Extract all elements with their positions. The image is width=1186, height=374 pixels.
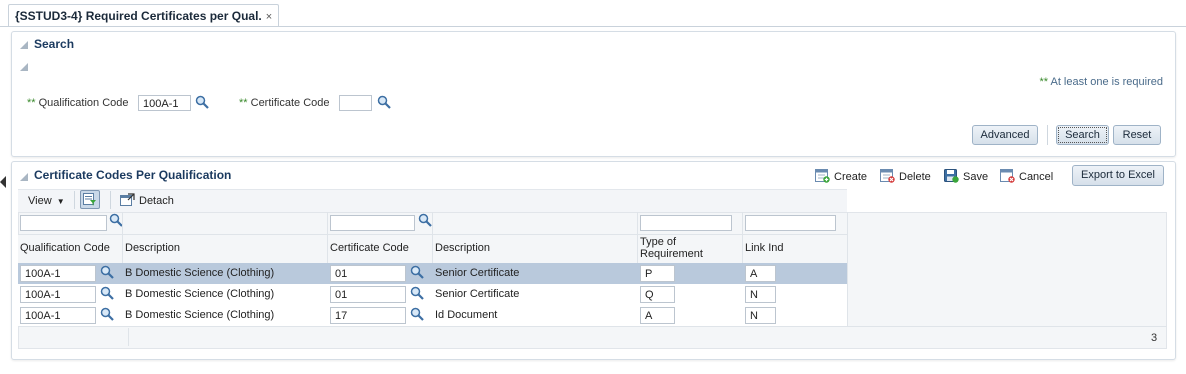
row-qualification-description: B Domestic Science (Clothing) bbox=[125, 288, 275, 300]
qualification-required-marker: ** bbox=[27, 97, 36, 109]
advanced-button[interactable]: Advanced bbox=[972, 125, 1038, 145]
certificate-search-icon[interactable] bbox=[377, 95, 391, 109]
search-button[interactable]: Search bbox=[1056, 125, 1109, 145]
qualification-search-icon[interactable] bbox=[195, 95, 209, 109]
search-expand-icon[interactable] bbox=[20, 63, 28, 71]
search-panel: Search ** At least one is required ** Qu… bbox=[11, 31, 1176, 157]
row-certificate-search-icon[interactable] bbox=[410, 307, 424, 321]
row-type-of-requirement-input[interactable]: P bbox=[640, 265, 675, 282]
col-link-ind[interactable]: Link Ind bbox=[745, 242, 784, 254]
row-qualification-search-icon[interactable] bbox=[100, 286, 114, 300]
filter-certificate-code[interactable] bbox=[330, 215, 415, 231]
results-title: Certificate Codes Per Qualification bbox=[34, 168, 232, 182]
col-type-of-requirement[interactable]: Type of Requirement bbox=[640, 236, 703, 260]
view-menu[interactable]: View ▼ bbox=[28, 193, 65, 210]
tab-required-certificates[interactable]: {SSTUD3-4} Required Certificates per Qua… bbox=[8, 4, 280, 27]
row-qualification-code-input[interactable]: 100A-1 bbox=[20, 307, 96, 324]
row-qualification-search-icon[interactable] bbox=[100, 265, 114, 279]
qualification-code-input[interactable]: 100A-1 bbox=[138, 95, 191, 111]
col-certificate-description[interactable]: Description bbox=[435, 242, 490, 254]
toolbar-separator bbox=[74, 191, 75, 209]
row-certificate-description: Id Document bbox=[435, 309, 498, 321]
filter-link-ind[interactable] bbox=[745, 215, 836, 231]
col-type-of-requirement-line2: Requirement bbox=[640, 248, 703, 260]
cancel-icon[interactable] bbox=[1000, 169, 1015, 183]
filter-qualification-search-icon[interactable] bbox=[109, 213, 123, 227]
create-icon[interactable] bbox=[815, 169, 830, 183]
certificate-label: ** Certificate Code bbox=[239, 97, 330, 109]
detach-icon[interactable] bbox=[120, 193, 135, 207]
button-separator bbox=[1047, 125, 1048, 145]
required-note: ** At least one is required bbox=[1039, 76, 1163, 88]
row-certificate-code-input[interactable]: 17 bbox=[330, 307, 406, 324]
table-row[interactable]: 100A-1 B Domestic Science (Clothing) 17 Id … bbox=[18, 305, 847, 326]
save-button[interactable]: Save bbox=[963, 169, 988, 185]
certificate-code-input[interactable] bbox=[339, 95, 372, 111]
filter-certificate-search-icon[interactable] bbox=[418, 213, 432, 227]
row-certificate-description: Senior Certificate bbox=[435, 288, 520, 300]
results-panel: Certificate Codes Per Qualification Crea… bbox=[11, 161, 1176, 360]
view-menu-label: View bbox=[28, 195, 52, 207]
row-certificate-search-icon[interactable] bbox=[410, 286, 424, 300]
reset-button[interactable]: Reset bbox=[1113, 125, 1161, 145]
save-icon[interactable] bbox=[944, 169, 959, 183]
qualification-label: ** Qualification Code bbox=[27, 97, 129, 109]
row-link-ind-input[interactable]: A bbox=[745, 265, 776, 282]
chevron-down-icon: ▼ bbox=[56, 197, 65, 206]
row-certificate-search-icon[interactable] bbox=[410, 265, 424, 279]
create-button[interactable]: Create bbox=[834, 169, 867, 185]
cancel-button[interactable]: Cancel bbox=[1019, 169, 1053, 185]
col-certificate-code[interactable]: Certificate Code bbox=[330, 242, 409, 254]
certificate-label-text: Certificate Code bbox=[250, 97, 330, 109]
qualification-label-text: Qualification Code bbox=[38, 97, 129, 109]
search-collapse-icon[interactable] bbox=[20, 41, 28, 49]
row-qualification-description: B Domestic Science (Clothing) bbox=[125, 267, 275, 279]
query-by-example-icon bbox=[83, 193, 96, 206]
col-qualification-description[interactable]: Description bbox=[125, 242, 180, 254]
row-certificate-description: Senior Certificate bbox=[435, 267, 520, 279]
col-divider bbox=[847, 212, 848, 326]
row-type-of-requirement-input[interactable]: Q bbox=[640, 286, 675, 303]
query-by-example-button[interactable] bbox=[80, 190, 100, 209]
row-qualification-code-input[interactable]: 100A-1 bbox=[20, 286, 96, 303]
tab-title: {SSTUD3-4} Required Certificates per Qua… bbox=[15, 9, 262, 23]
row-type-of-requirement-input[interactable]: A bbox=[640, 307, 675, 324]
table-row[interactable]: 100A-1 B Domestic Science (Clothing) 01 Sen… bbox=[18, 263, 847, 284]
col-qualification-code[interactable]: Qualification Code bbox=[20, 242, 110, 254]
toolbar-separator-2 bbox=[110, 191, 111, 209]
tab-close-icon[interactable]: × bbox=[266, 11, 272, 23]
col-type-of-requirement-line1: Type of bbox=[640, 236, 677, 248]
row-qualification-search-icon[interactable] bbox=[100, 307, 114, 321]
search-title: Search bbox=[34, 37, 75, 51]
row-link-ind-input[interactable]: N bbox=[745, 286, 776, 303]
row-count: 3 bbox=[1151, 332, 1158, 344]
row-qualification-description: B Domestic Science (Clothing) bbox=[125, 309, 275, 321]
tab-divider bbox=[0, 26, 1186, 27]
required-marker: ** bbox=[1039, 76, 1049, 88]
results-collapse-icon[interactable] bbox=[20, 173, 28, 181]
footer-divider bbox=[128, 328, 129, 346]
row-qualification-code-input[interactable]: 100A-1 bbox=[20, 265, 96, 282]
export-to-excel-button[interactable]: Export to Excel bbox=[1072, 165, 1164, 186]
filter-qualification-code[interactable] bbox=[20, 215, 107, 231]
detach-button[interactable]: Detach bbox=[139, 193, 174, 209]
row-link-ind-input[interactable]: N bbox=[745, 307, 776, 324]
table-row[interactable]: 100A-1 B Domestic Science (Clothing) 01 Sen… bbox=[18, 284, 847, 305]
delete-icon[interactable] bbox=[880, 169, 895, 183]
required-note-text: At least one is required bbox=[1050, 76, 1163, 88]
certificate-required-marker: ** bbox=[239, 97, 248, 109]
row-certificate-code-input[interactable]: 01 bbox=[330, 265, 406, 282]
table-footer bbox=[18, 326, 1167, 350]
delete-button[interactable]: Delete bbox=[899, 169, 931, 185]
collapse-left-icon[interactable] bbox=[0, 176, 6, 188]
row-certificate-code-input[interactable]: 01 bbox=[330, 286, 406, 303]
filter-type-of-requirement[interactable] bbox=[640, 215, 732, 231]
